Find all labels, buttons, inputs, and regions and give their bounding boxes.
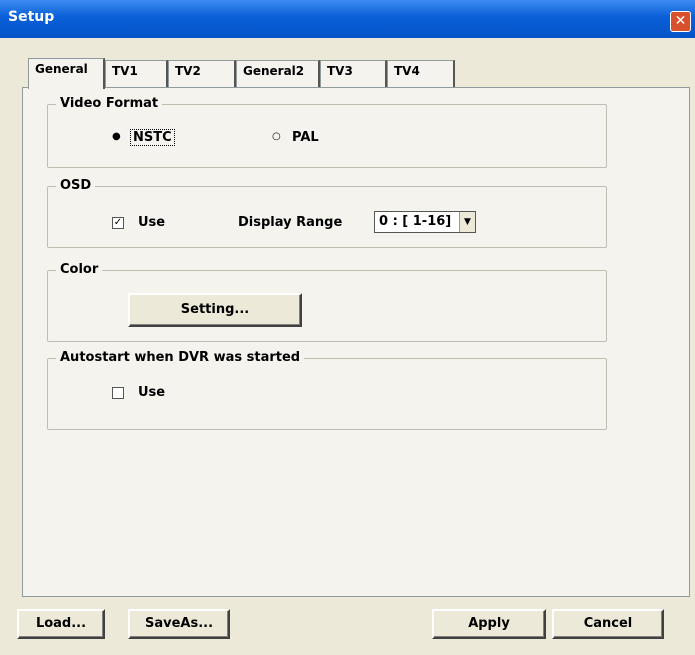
close-icon: ✕ — [674, 13, 687, 29]
tab-label: General — [35, 62, 88, 76]
tab-panel-general: Video Format ● NSTC ○ PAL OSD ✓ Use Disp… — [22, 87, 690, 597]
nstc-label: NSTC — [130, 129, 175, 146]
osd-use-label: Use — [138, 215, 166, 230]
color-setting-button[interactable]: Setting... — [128, 293, 302, 327]
tab-label: TV2 — [175, 64, 201, 78]
apply-button[interactable]: Apply — [432, 609, 546, 639]
tab-label: TV3 — [327, 64, 353, 78]
display-range-label: Display Range — [238, 215, 343, 230]
cancel-button[interactable]: Cancel — [552, 609, 664, 639]
tab-tv4[interactable]: TV4 — [387, 60, 455, 87]
load-button[interactable]: Load... — [17, 609, 105, 639]
color-group: Color Setting... — [47, 262, 607, 342]
display-range-value: 0 : [ 1-16] — [379, 214, 452, 229]
tab-label: TV1 — [112, 64, 138, 78]
autostart-label: Autostart when DVR was started — [56, 350, 305, 365]
tab-label: General2 — [243, 64, 305, 78]
osd-use-checkbox[interactable]: ✓ — [112, 217, 124, 229]
nstc-radio[interactable]: ● — [112, 131, 124, 143]
autostart-use-checkbox[interactable] — [112, 387, 124, 399]
close-button[interactable]: ✕ — [670, 11, 691, 32]
pal-label: PAL — [292, 130, 319, 145]
window-title: Setup — [8, 9, 55, 25]
color-label: Color — [56, 262, 103, 277]
tab-general[interactable]: General — [28, 58, 105, 89]
autostart-group: Autostart when DVR was started Use — [47, 350, 607, 430]
video-format-label: Video Format — [56, 96, 163, 111]
autostart-use-label: Use — [138, 385, 166, 400]
tab-general2[interactable]: General2 — [236, 60, 320, 87]
osd-group: OSD ✓ Use Display Range 0 : [ 1-16] ▼ — [47, 178, 607, 248]
pal-radio[interactable]: ○ — [272, 131, 284, 143]
tab-tv2[interactable]: TV2 — [168, 60, 236, 87]
tab-label: TV4 — [394, 64, 420, 78]
display-range-select[interactable]: 0 : [ 1-16] ▼ — [374, 211, 476, 233]
saveas-button[interactable]: SaveAs... — [128, 609, 230, 639]
tab-tv3[interactable]: TV3 — [320, 60, 387, 87]
osd-label: OSD — [56, 178, 96, 193]
title-bar: Setup ✕ — [0, 0, 695, 38]
chevron-down-icon[interactable]: ▼ — [459, 212, 475, 232]
video-format-group: Video Format ● NSTC ○ PAL — [47, 96, 607, 168]
tab-tv1[interactable]: TV1 — [105, 60, 168, 87]
